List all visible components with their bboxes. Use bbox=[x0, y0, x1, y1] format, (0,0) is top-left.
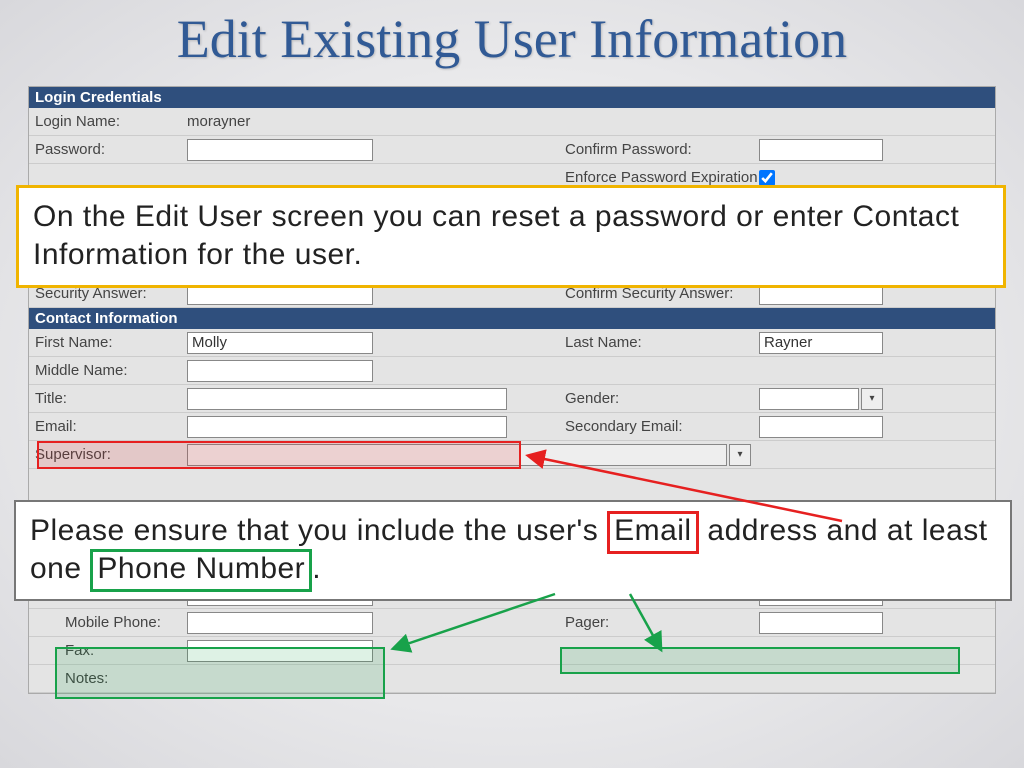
supervisor-input[interactable] bbox=[187, 444, 727, 466]
confirm-password-input[interactable] bbox=[759, 139, 883, 161]
password-input[interactable] bbox=[187, 139, 373, 161]
gender-label: Gender: bbox=[559, 390, 759, 407]
email-label: Email: bbox=[29, 418, 187, 435]
email-input[interactable] bbox=[187, 416, 507, 438]
callout-text-c: . bbox=[312, 552, 321, 585]
page-title: Edit Existing User Information bbox=[0, 0, 1024, 76]
callout-email-phone: Please ensure that you include the user'… bbox=[14, 500, 1012, 601]
title-input[interactable] bbox=[187, 388, 507, 410]
last-name-label: Last Name: bbox=[559, 334, 759, 351]
first-name-label: First Name: bbox=[29, 334, 187, 351]
password-label: Password: bbox=[29, 141, 187, 158]
mobile-phone-label: Mobile Phone: bbox=[29, 614, 187, 631]
secondary-email-label: Secondary Email: bbox=[559, 418, 759, 435]
secondary-email-input[interactable] bbox=[759, 416, 883, 438]
gender-input[interactable] bbox=[759, 388, 859, 410]
supervisor-label: Supervisor: bbox=[29, 446, 187, 463]
login-name-label: Login Name: bbox=[29, 113, 187, 130]
pager-input[interactable] bbox=[759, 612, 883, 634]
pager-label: Pager: bbox=[559, 614, 759, 631]
callout-email-highlight: Email bbox=[607, 511, 699, 554]
title-label: Title: bbox=[29, 390, 187, 407]
supervisor-dropdown-icon[interactable]: ▾ bbox=[729, 444, 751, 466]
fax-label: Fax: bbox=[29, 642, 187, 659]
first-name-input[interactable] bbox=[187, 332, 373, 354]
enforce-expiration-label: Enforce Password Expiration: bbox=[559, 169, 759, 186]
last-name-input[interactable] bbox=[759, 332, 883, 354]
mobile-phone-input[interactable] bbox=[187, 612, 373, 634]
callout-reset-password: On the Edit User screen you can reset a … bbox=[16, 185, 1006, 288]
section-login-credentials: Login Credentials bbox=[29, 87, 995, 108]
confirm-password-label: Confirm Password: bbox=[559, 141, 759, 158]
callout-phone-highlight: Phone Number bbox=[90, 549, 312, 592]
middle-name-label: Middle Name: bbox=[29, 362, 187, 379]
section-contact-information: Contact Information bbox=[29, 308, 995, 329]
notes-label: Notes: bbox=[29, 670, 187, 687]
enforce-expiration-checkbox[interactable] bbox=[759, 170, 775, 186]
login-name-value: morayner bbox=[187, 113, 250, 130]
gender-dropdown-icon[interactable]: ▾ bbox=[861, 388, 883, 410]
edit-user-form: Login Credentials Login Name: morayner P… bbox=[28, 86, 996, 694]
fax-input[interactable] bbox=[187, 640, 373, 662]
callout-text-a: Please ensure that you include the user'… bbox=[30, 514, 607, 547]
middle-name-input[interactable] bbox=[187, 360, 373, 382]
